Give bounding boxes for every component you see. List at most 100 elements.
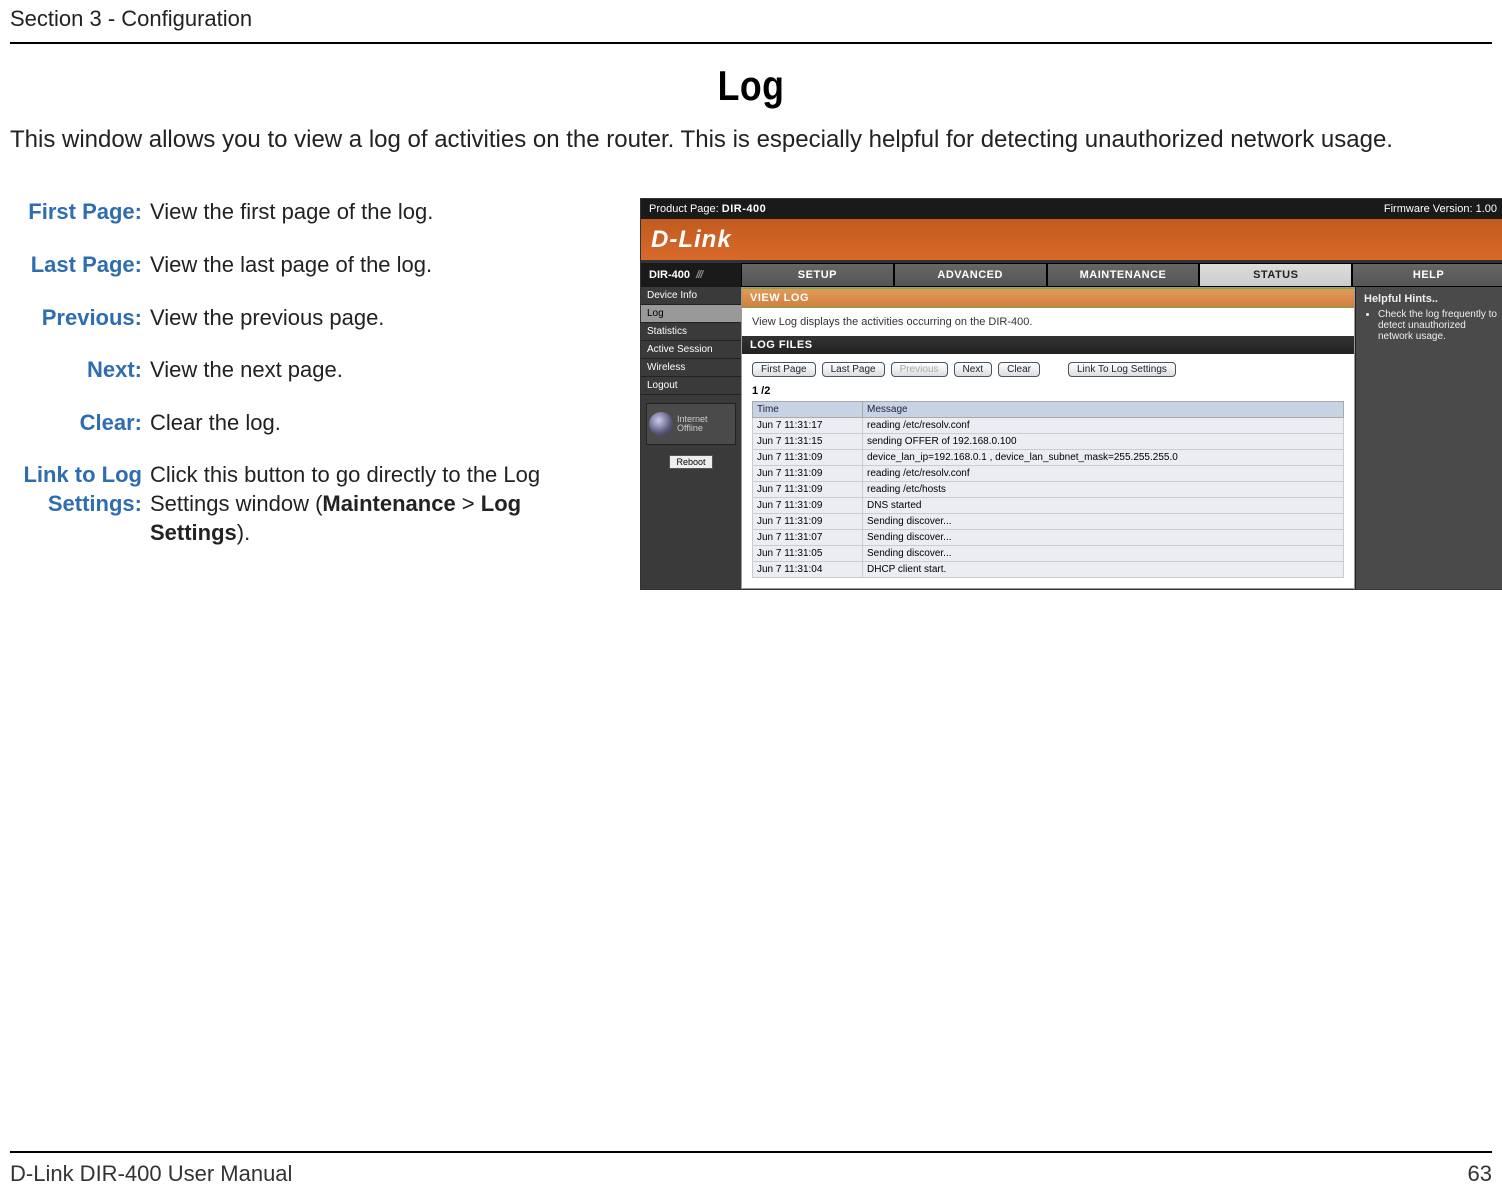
- log-message: Sending discover...: [863, 546, 1344, 562]
- log-files-header: LOG FILES: [742, 336, 1354, 354]
- sidebar-item-statistics[interactable]: Statistics: [641, 323, 741, 341]
- view-log-header: VIEW LOG: [742, 288, 1354, 308]
- product-model: DIR-400: [722, 203, 766, 215]
- dlink-logo: D-Link: [651, 226, 732, 254]
- nav-tabs: SETUP ADVANCED MAINTENANCE STATUS HELP: [741, 263, 1502, 287]
- def-desc: View the next page.: [150, 356, 620, 385]
- page-title: Log: [121, 62, 1381, 110]
- tab-status[interactable]: STATUS: [1199, 263, 1352, 287]
- tab-setup[interactable]: SETUP: [741, 263, 894, 287]
- hints-title: Helpful Hints..: [1364, 293, 1497, 305]
- footer-manual-title: D-Link DIR-400 User Manual: [10, 1161, 292, 1187]
- log-message: DHCP client start.: [863, 562, 1344, 578]
- globe-icon: [649, 412, 673, 436]
- log-message: sending OFFER of 192.168.0.100: [863, 434, 1344, 450]
- table-row: Jun 7 11:31:09device_lan_ip=192.168.0.1 …: [753, 450, 1344, 466]
- def-next: Next: View the next page.: [10, 356, 620, 385]
- def-term: Clear:: [10, 409, 150, 438]
- def-clear: Clear: Clear the log.: [10, 409, 620, 438]
- log-message: device_lan_ip=192.168.0.1 , device_lan_s…: [863, 450, 1344, 466]
- hint-text: Check the log frequently to detect unaut…: [1378, 309, 1497, 342]
- sidebar-item-wireless[interactable]: Wireless: [641, 359, 741, 377]
- table-row: Jun 7 11:31:09reading /etc/hosts: [753, 482, 1344, 498]
- tab-maintenance[interactable]: MAINTENANCE: [1047, 263, 1200, 287]
- section-header: Section 3 - Configuration: [10, 0, 1492, 44]
- firmware-version: Firmware Version: 1.00: [1384, 203, 1497, 215]
- log-time: Jun 7 11:31:17: [753, 418, 863, 434]
- col-time: Time: [753, 402, 863, 418]
- table-row: Jun 7 11:31:09DNS started: [753, 498, 1344, 514]
- sidebar-item-logout[interactable]: Logout: [641, 377, 741, 395]
- def-desc: View the last page of the log.: [150, 251, 620, 280]
- log-time: Jun 7 11:31:04: [753, 562, 863, 578]
- tab-advanced[interactable]: ADVANCED: [894, 263, 1047, 287]
- def-previous: Previous: View the previous page.: [10, 304, 620, 333]
- def-desc-post: ).: [237, 520, 250, 545]
- table-row: Jun 7 11:31:09Sending discover...: [753, 514, 1344, 530]
- internet-status-box: Internet Offline: [646, 403, 736, 445]
- sidebar: Device Info Log Statistics Active Sessio…: [641, 287, 741, 589]
- nav-model-text: DIR-400: [649, 269, 690, 281]
- log-time: Jun 7 11:31:09: [753, 514, 863, 530]
- log-time: Jun 7 11:31:15: [753, 434, 863, 450]
- log-message: DNS started: [863, 498, 1344, 514]
- log-message: reading /etc/resolv.conf: [863, 466, 1344, 482]
- table-row: Jun 7 11:31:15sending OFFER of 192.168.0…: [753, 434, 1344, 450]
- col-message: Message: [863, 402, 1344, 418]
- def-desc: View the previous page.: [150, 304, 620, 333]
- page-footer: D-Link DIR-400 User Manual 63: [10, 1151, 1492, 1187]
- nav-model-box: DIR-400 ///: [641, 263, 741, 287]
- footer-page-number: 63: [1468, 1161, 1492, 1187]
- def-first-page: First Page: View the first page of the l…: [10, 198, 620, 227]
- def-link-log-settings: Link to Log Settings: Click this button …: [10, 461, 620, 547]
- stripes-icon: ///: [696, 269, 702, 281]
- log-time: Jun 7 11:31:05: [753, 546, 863, 562]
- sidebar-item-log[interactable]: Log: [641, 305, 741, 323]
- log-table: Time Message Jun 7 11:31:17reading /etc/…: [752, 401, 1344, 578]
- log-message: reading /etc/hosts: [863, 482, 1344, 498]
- def-desc: View the first page of the log.: [150, 198, 620, 227]
- log-time: Jun 7 11:31:09: [753, 450, 863, 466]
- last-page-button[interactable]: Last Page: [822, 362, 885, 377]
- table-row: Jun 7 11:31:04DHCP client start.: [753, 562, 1344, 578]
- previous-button[interactable]: Previous: [891, 362, 948, 377]
- clear-button[interactable]: Clear: [998, 362, 1040, 377]
- intro-paragraph: This window allows you to view a log of …: [10, 124, 1492, 156]
- table-row: Jun 7 11:31:05Sending discover...: [753, 546, 1344, 562]
- def-term: Next:: [10, 356, 150, 385]
- next-button[interactable]: Next: [954, 362, 993, 377]
- log-message: Sending discover...: [863, 514, 1344, 530]
- log-message: Sending discover...: [863, 530, 1344, 546]
- log-message: reading /etc/resolv.conf: [863, 418, 1344, 434]
- sidebar-item-active-session[interactable]: Active Session: [641, 341, 741, 359]
- def-term: Link to Log Settings:: [10, 461, 150, 547]
- sidebar-item-device-info[interactable]: Device Info: [641, 287, 741, 305]
- page-indicator: 1 /2: [742, 385, 1354, 401]
- view-log-text: View Log displays the activities occurri…: [742, 308, 1354, 336]
- table-row: Jun 7 11:31:09reading /etc/resolv.conf: [753, 466, 1344, 482]
- log-time: Jun 7 11:31:07: [753, 530, 863, 546]
- def-term: Previous:: [10, 304, 150, 333]
- def-bold-maintenance: Maintenance: [322, 491, 455, 516]
- def-desc: Clear the log.: [150, 409, 620, 438]
- def-last-page: Last Page: View the last page of the log…: [10, 251, 620, 280]
- log-time: Jun 7 11:31:09: [753, 466, 863, 482]
- helpful-hints-panel: Helpful Hints.. Check the log frequently…: [1355, 287, 1502, 589]
- def-desc-mid: >: [456, 491, 481, 516]
- tab-help[interactable]: HELP: [1352, 263, 1502, 287]
- table-row: Jun 7 11:31:17reading /etc/resolv.conf: [753, 418, 1344, 434]
- reboot-button[interactable]: Reboot: [669, 455, 713, 469]
- def-term: Last Page:: [10, 251, 150, 280]
- log-time: Jun 7 11:31:09: [753, 498, 863, 514]
- internet-status: Offline: [677, 424, 708, 434]
- log-time: Jun 7 11:31:09: [753, 482, 863, 498]
- shot-topbar: Product Page: DIR-400 Firmware Version: …: [641, 199, 1502, 219]
- router-screenshot: Product Page: DIR-400 Firmware Version: …: [640, 198, 1502, 590]
- def-desc: Click this button to go directly to the …: [150, 461, 620, 547]
- table-row: Jun 7 11:31:07Sending discover...: [753, 530, 1344, 546]
- first-page-button[interactable]: First Page: [752, 362, 816, 377]
- def-term: First Page:: [10, 198, 150, 227]
- definitions-list: First Page: View the first page of the l…: [10, 198, 620, 571]
- main-panel: VIEW LOG View Log displays the activitie…: [741, 287, 1355, 589]
- link-to-log-settings-button[interactable]: Link To Log Settings: [1068, 362, 1176, 377]
